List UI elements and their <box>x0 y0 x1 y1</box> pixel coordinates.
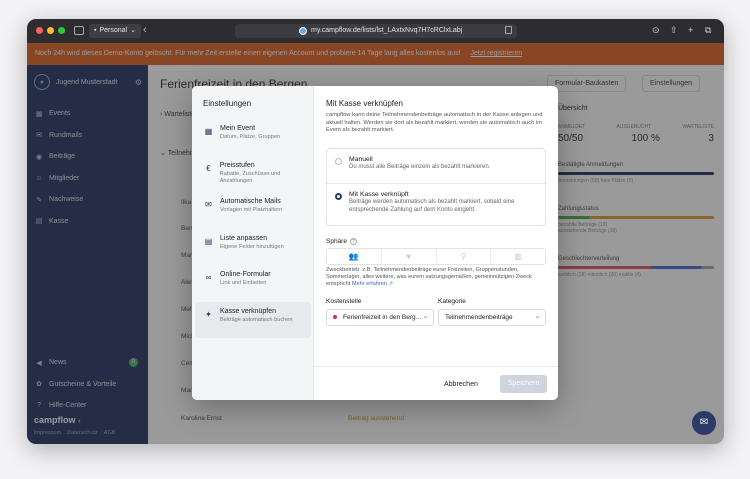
sync-mode-options: Manuell Du musst alle Beiträge einzeln a… <box>326 148 546 226</box>
chat-support-button[interactable]: ✉ <box>692 411 716 435</box>
chat-icon: ✉ <box>699 417 709 428</box>
cost-center-label: Kostenstelle <box>326 298 362 305</box>
sphere-label-text: Sphäre <box>326 238 347 245</box>
back-arrow-icon[interactable]: ‹ <box>143 23 147 37</box>
download-icon[interactable]: ⊙ <box>652 24 660 36</box>
menu-item-subtitle: Vorlagen mit Platzhaltern <box>220 207 283 213</box>
radio-manual[interactable] <box>335 158 342 165</box>
settings-content-panel: Mit Kasse verknüpfen campflow kann deine… <box>314 86 558 400</box>
cancel-button[interactable]: Abbrechen <box>444 376 478 393</box>
category-label: Kategorie <box>438 298 466 305</box>
browser-toolbar: ▪ Personal ⌄ ‹ my.campflow.de/lists/lst_… <box>27 19 724 43</box>
link-icon: ∞ <box>205 273 212 282</box>
store-icon: ▥ <box>514 252 522 261</box>
content-description: campflow kann deine Teilnehmendenbeiträg… <box>326 112 543 134</box>
option-subtitle: Beiträge werden automatisch als bezahlt … <box>349 199 515 213</box>
profile-label: Personal <box>99 27 128 34</box>
sphere-label: Sphäre ? <box>326 238 357 245</box>
menu-item-subtitle: Link und Einbetten <box>220 280 267 286</box>
option-subtitle: Du musst alle Beiträge einzeln als bezah… <box>349 164 491 170</box>
hand-heart-icon: ♥ <box>406 252 411 261</box>
option-linked[interactable]: Mit Kasse verknüpft Beiträge werden auto… <box>327 190 545 214</box>
magic-wand-icon: ✦ <box>205 309 212 319</box>
sphere-wirtschaft-option[interactable]: ▥ <box>491 249 545 264</box>
settings-modal: Einstellungen ▦ Mein Event Datum, Plätze,… <box>192 86 558 400</box>
help-circle-icon[interactable]: ? <box>349 238 357 245</box>
address-bar[interactable]: my.campflow.de/lists/lst_LAxtxNvq7H7cRCl… <box>235 24 517 38</box>
people-icon: 👥 <box>348 252 359 261</box>
menu-item-title: Mein Event <box>220 125 256 132</box>
sphere-ideell-option[interactable]: ♥ <box>382 249 437 264</box>
external-link-icon: ↗ <box>388 281 394 288</box>
browser-window: ▪ Personal ⌄ ‹ my.campflow.de/lists/lst_… <box>27 19 724 444</box>
chevron-down-icon: ⌄ <box>534 314 540 320</box>
share-icon[interactable]: ⇧ <box>670 24 678 36</box>
tab-overview-icon[interactable]: ⧉ <box>705 24 711 36</box>
menu-item-liste-anpassen[interactable]: ▤ Liste anpassen Eigene Felder hinzufügen <box>195 229 311 265</box>
new-tab-plus-icon[interactable]: + <box>688 24 693 36</box>
sphere-vermoegen-option[interactable]: ⚲ <box>437 249 492 264</box>
menu-item-title: Online-Formular <box>220 271 271 278</box>
mail-icon: ✉ <box>205 200 212 209</box>
maximize-window-button[interactable] <box>58 27 65 34</box>
profile-switcher[interactable]: ▪ Personal ⌄ <box>89 24 141 38</box>
minimize-window-button[interactable] <box>47 27 54 34</box>
content-title: Mit Kasse verknüpfen <box>326 99 403 108</box>
menu-item-title: Automatische Mails <box>220 198 281 205</box>
chevron-down-icon: ⌄ <box>422 314 428 320</box>
menu-item-subtitle: Rabatte, Zuschüsse und Anzahlungen <box>219 170 281 184</box>
settings-menu: ▦ Mein Event Datum, Plätze, Gruppen € Pre… <box>195 119 311 338</box>
person-icon: ▪ <box>94 27 97 34</box>
category-select[interactable]: Teilnehmendenbeiträge ⌄ <box>438 309 546 326</box>
cost-center-select[interactable]: Ferienfreizeit in den Berg... ⌄ <box>326 309 434 326</box>
calendar-icon: ▦ <box>204 127 213 136</box>
euro-icon: € <box>206 163 211 173</box>
cost-center-color-dot <box>333 315 337 320</box>
modal-title: Einstellungen <box>203 99 252 108</box>
option-title: Manuell <box>349 156 373 163</box>
modal-footer: Abbrechen Speichern <box>314 366 558 400</box>
sidebar-toggle-icon[interactable] <box>74 26 84 35</box>
reader-view-icon[interactable] <box>505 26 512 34</box>
options-divider <box>327 183 545 184</box>
sphere-selector: 👥 ♥ ⚲ ▥ <box>326 248 546 265</box>
learn-more-link[interactable]: Mehr erfahren <box>352 281 387 287</box>
settings-menu-panel: Einstellungen ▦ Mein Event Datum, Plätze,… <box>192 86 314 400</box>
site-favicon-icon <box>299 27 307 35</box>
menu-item-title: Preisstufen <box>219 161 255 169</box>
table-icon: ▤ <box>204 236 213 246</box>
menu-item-kasse-verknuepfen[interactable]: ✦ Kasse verknüpfen Beiträge automatisch b… <box>195 301 311 338</box>
menu-item-title: Kasse verknüpfen <box>220 307 277 315</box>
menu-item-preisstufen[interactable]: € Preisstufen Rabatte, Zuschüsse und Anza… <box>195 156 311 192</box>
menu-item-subtitle: Eigene Felder hinzufügen <box>220 243 284 250</box>
piggy-bank-icon: ⚲ <box>460 252 467 261</box>
close-window-button[interactable] <box>36 27 43 34</box>
category-value: Teilnehmendenbeiträge <box>445 314 513 321</box>
menu-item-subtitle: Datum, Plätze, Gruppen <box>220 134 281 140</box>
radio-linked[interactable] <box>335 193 342 200</box>
sphere-description: Zweckbetrieb: z.B. Teilnehmendenbeiträge… <box>326 267 548 289</box>
sphere-zweckbetrieb-option[interactable]: 👥 <box>327 249 382 264</box>
option-manual[interactable]: Manuell Du musst alle Beiträge einzeln a… <box>327 155 545 172</box>
menu-item-title: Liste anpassen <box>220 234 268 242</box>
cost-center-value: Ferienfreizeit in den Berg... <box>343 314 422 321</box>
option-title: Mit Kasse verknüpft <box>349 191 409 198</box>
save-button[interactable]: Speichern <box>500 375 547 393</box>
url-text: my.campflow.de/lists/lst_LAxtxNvq7H7cRCl… <box>311 27 463 34</box>
menu-item-automatische-mails[interactable]: ✉ Automatische Mails Vorlagen mit Platzha… <box>195 192 311 228</box>
menu-item-mein-event[interactable]: ▦ Mein Event Datum, Plätze, Gruppen <box>195 119 311 155</box>
chevron-down-icon: ⌄ <box>130 27 136 34</box>
menu-item-subtitle: Beiträge automatisch buchen <box>220 316 293 323</box>
menu-item-online-formular[interactable]: ∞ Online-Formular Link und Einbetten <box>195 265 311 301</box>
